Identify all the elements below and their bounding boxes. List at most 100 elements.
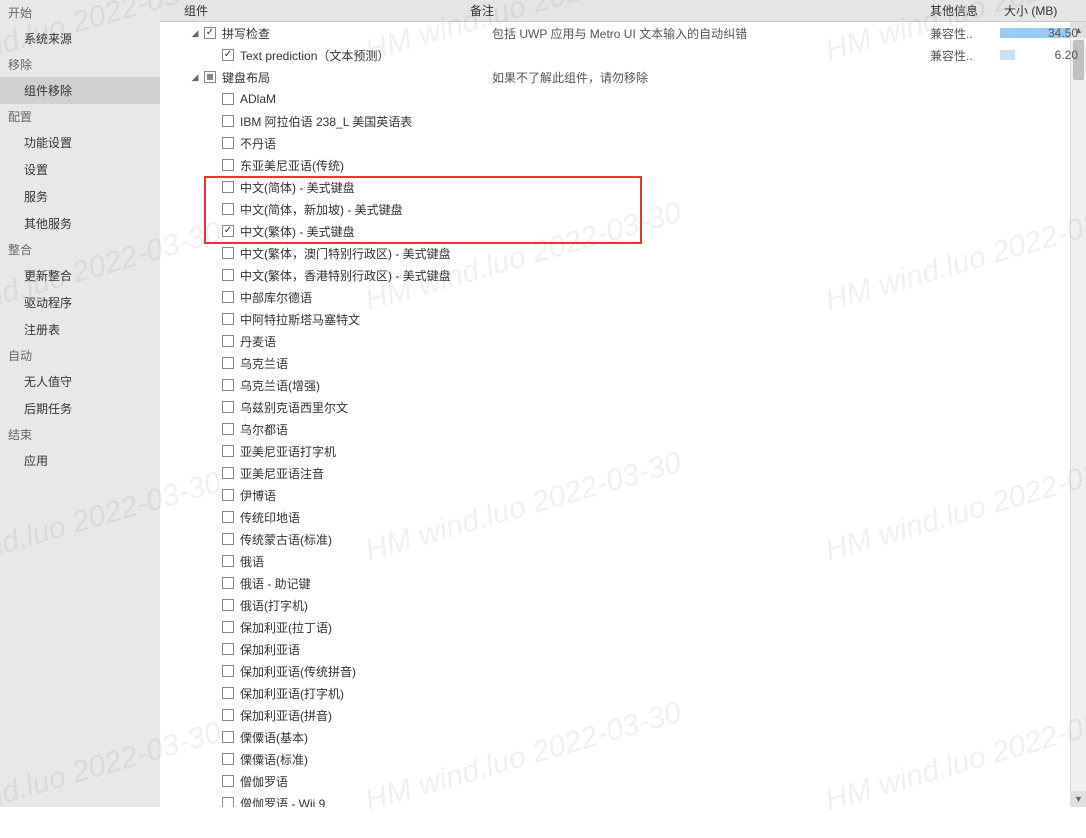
tree-row[interactable]: ◢中文(繁体) - 美式键盘 [160,220,1086,242]
sidebar-item[interactable]: 后期任务 [0,395,160,422]
checkbox[interactable] [222,445,234,457]
tree-row[interactable]: ◢中文(繁体，香港特别行政区) - 美式键盘 [160,264,1086,286]
cell-component: ◢乌克兰语(增强) [160,374,492,396]
sidebar-item[interactable]: 服务 [0,183,160,210]
tree-row[interactable]: ◢中部库尔德语 [160,286,1086,308]
scroll-down-button[interactable]: ▼ [1071,791,1086,807]
checkbox[interactable] [222,555,234,567]
col-header-remark[interactable]: 备注 [470,2,930,19]
checkbox[interactable] [222,181,234,193]
checkbox[interactable] [222,115,234,127]
col-header-other[interactable]: 其他信息 [930,2,1000,19]
row-label: 傈僳语(基本) [240,729,308,746]
checkbox[interactable] [204,71,216,83]
checkbox[interactable] [222,423,234,435]
checkbox[interactable] [222,225,234,237]
checkbox[interactable] [222,269,234,281]
tree-row[interactable]: ◢僧伽罗语 - Wij 9 [160,792,1086,807]
sidebar-item[interactable]: 无人值守 [0,368,160,395]
checkbox[interactable] [222,775,234,787]
checkbox[interactable] [222,335,234,347]
tree-row[interactable]: ◢中文(简体，新加坡) - 美式键盘 [160,198,1086,220]
tree-row[interactable]: ◢傈僳语(标准) [160,748,1086,770]
tree-row[interactable]: ◢乌尔都语 [160,418,1086,440]
row-label: 键盘布局 [222,69,270,86]
sidebar-item[interactable]: 更新整合 [0,262,160,289]
tree-row[interactable]: ◢IBM 阿拉伯语 238_L 美国英语表 [160,110,1086,132]
sidebar-item[interactable]: 应用 [0,447,160,474]
checkbox[interactable] [222,533,234,545]
tree-row[interactable]: ◢俄语 [160,550,1086,572]
checkbox[interactable] [222,709,234,721]
row-label: 俄语 [240,553,264,570]
row-label: 俄语(打字机) [240,597,308,614]
checkbox[interactable] [222,511,234,523]
tree-row[interactable]: ◢保加利亚语 [160,638,1086,660]
sidebar-item[interactable]: 驱动程序 [0,289,160,316]
checkbox[interactable] [222,379,234,391]
tree-row[interactable]: ◢伊博语 [160,484,1086,506]
vertical-scrollbar[interactable]: ▲ ▼ [1070,22,1086,807]
checkbox[interactable] [222,665,234,677]
checkbox[interactable] [222,753,234,765]
tree-row[interactable]: ◢俄语 - 助记键 [160,572,1086,594]
sidebar-item[interactable]: 注册表 [0,316,160,343]
checkbox[interactable] [222,93,234,105]
checkbox[interactable] [222,137,234,149]
sidebar-item[interactable]: 功能设置 [0,129,160,156]
checkbox[interactable] [222,489,234,501]
col-header-size[interactable]: 大小 (MB) [1000,2,1086,19]
tree-row[interactable]: ◢拼写检查包括 UWP 应用与 Metro UI 文本输入的自动纠错兼容性..3… [160,22,1086,44]
checkbox[interactable] [222,49,234,61]
checkbox[interactable] [222,643,234,655]
tree-row[interactable]: ◢保加利亚(拉丁语) [160,616,1086,638]
tree-row[interactable]: ◢保加利亚语(拼音) [160,704,1086,726]
collapse-icon[interactable]: ◢ [190,28,200,38]
tree-row[interactable]: ◢传统印地语 [160,506,1086,528]
checkbox[interactable] [222,467,234,479]
tree-row[interactable]: ◢传统蒙古语(标准) [160,528,1086,550]
sidebar-item[interactable]: 其他服务 [0,210,160,237]
tree-row[interactable]: ◢亚美尼亚语打字机 [160,440,1086,462]
checkbox[interactable] [222,621,234,633]
tree-row[interactable]: ◢保加利亚语(传统拼音) [160,660,1086,682]
tree-row[interactable]: ◢中文(繁体，澳门特别行政区) - 美式键盘 [160,242,1086,264]
tree-row[interactable]: ◢丹麦语 [160,330,1086,352]
collapse-icon[interactable]: ◢ [190,72,200,82]
tree-row[interactable]: ◢Text prediction（文本预测）兼容性..6.20 [160,44,1086,66]
tree-row[interactable]: ◢中阿特拉斯塔马塞特文 [160,308,1086,330]
checkbox[interactable] [222,313,234,325]
checkbox[interactable] [222,159,234,171]
tree-row[interactable]: ◢亚美尼亚语注音 [160,462,1086,484]
sidebar-item[interactable]: 组件移除 [0,77,160,104]
tree-row[interactable]: ◢保加利亚语(打字机) [160,682,1086,704]
tree-row[interactable]: ◢乌克兰语(增强) [160,374,1086,396]
checkbox[interactable] [222,687,234,699]
checkbox[interactable] [222,357,234,369]
cell-component: ◢俄语 - 助记键 [160,572,492,594]
cell-component: ◢亚美尼亚语打字机 [160,440,492,462]
tree-row[interactable]: ◢乌兹别克语西里尔文 [160,396,1086,418]
tree-row[interactable]: ◢僧伽罗语 [160,770,1086,792]
checkbox[interactable] [222,401,234,413]
tree-row[interactable]: ◢乌克兰语 [160,352,1086,374]
tree-row[interactable]: ◢俄语(打字机) [160,594,1086,616]
sidebar-item[interactable]: 系统来源 [0,25,160,52]
tree-row[interactable]: ◢不丹语 [160,132,1086,154]
checkbox[interactable] [222,797,234,807]
col-header-component[interactable]: 组件 [160,2,470,19]
tree-row[interactable]: ◢ADlaM [160,88,1086,110]
checkbox[interactable] [222,577,234,589]
checkbox[interactable] [222,291,234,303]
tree-row[interactable]: ◢东亚美尼亚语(传统) [160,154,1086,176]
cell-component: ◢传统蒙古语(标准) [160,528,492,550]
sidebar-item[interactable]: 设置 [0,156,160,183]
checkbox[interactable] [222,247,234,259]
checkbox[interactable] [204,27,216,39]
tree-row[interactable]: ◢键盘布局如果不了解此组件，请勿移除 [160,66,1086,88]
checkbox[interactable] [222,599,234,611]
tree-row[interactable]: ◢傈僳语(基本) [160,726,1086,748]
checkbox[interactable] [222,731,234,743]
checkbox[interactable] [222,203,234,215]
tree-row[interactable]: ◢中文(简体) - 美式键盘 [160,176,1086,198]
